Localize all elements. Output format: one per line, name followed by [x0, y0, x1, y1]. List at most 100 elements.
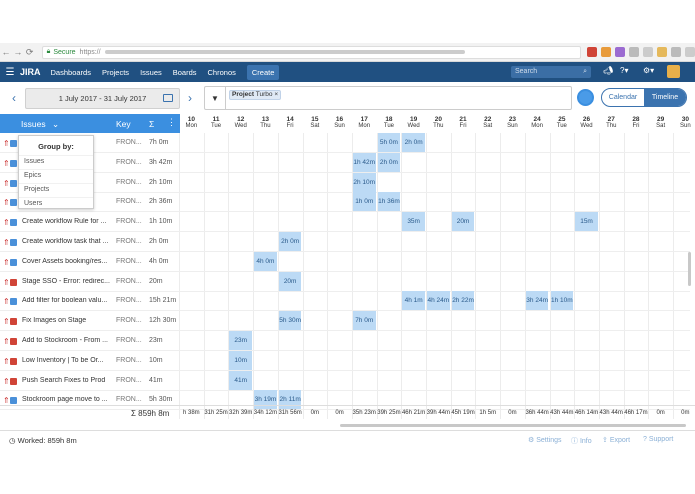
issue-summary[interactable]: Create workflow Rule for ... — [22, 218, 110, 225]
forward-icon[interactable]: → — [12, 47, 24, 57]
app-switcher-icon[interactable]: ☰ — [0, 67, 20, 78]
next-period-icon[interactable]: › — [188, 91, 192, 105]
worklog-cell[interactable]: 23m — [229, 331, 253, 350]
table-row[interactable]: ⇑ Fix Images on Stage FRON... 12h 30m 5h 30m… — [0, 311, 690, 332]
table-row[interactable]: ⇑ Add filter for boolean valu... FRON... 15… — [0, 291, 690, 312]
help-icon[interactable]: ?▾ — [620, 66, 628, 75]
issue-key[interactable]: FRON... — [116, 317, 142, 324]
table-row[interactable]: ⇑ FRON... 2h 10m 2h 10m — [0, 172, 690, 193]
info-link[interactable]: ⓘ Info — [571, 436, 592, 446]
worklog-cell[interactable]: 2h 0m — [377, 152, 401, 172]
issue-summary[interactable]: Stage SSO - Error: redirec... — [22, 278, 110, 285]
worklog-cell[interactable]: 1h 42m — [352, 152, 376, 172]
worklog-cell[interactable]: 3h 24m — [525, 291, 549, 311]
sum-column-header[interactable]: Σ — [149, 119, 154, 129]
nav-issues[interactable]: Issues — [140, 68, 162, 77]
group-by-option[interactable]: Projects — [19, 183, 93, 197]
extension-icon[interactable] — [685, 47, 695, 57]
issue-summary[interactable]: Create workflow task that ... — [22, 238, 110, 245]
nav-chronos[interactable]: Chronos — [208, 68, 236, 77]
worklog-cell[interactable]: 4h 24m — [427, 291, 450, 311]
table-row[interactable]: ⇑ Create workflow task that ... FRON... 2h … — [0, 232, 690, 252]
timeline-view-button[interactable]: Timeline — [644, 89, 686, 106]
worklog-cell[interactable]: 20m — [451, 212, 475, 232]
gear-icon[interactable]: ⚙▾ — [643, 66, 654, 75]
address-bar[interactable]: 🔒︎ Secure https:// — [41, 45, 581, 59]
jira-logo[interactable]: JIRA — [20, 67, 41, 77]
table-row[interactable]: ⇑ Add to Stockroom - From ... FRON... 23m 23… — [0, 331, 690, 351]
chevron-down-icon[interactable]: ⌄ — [52, 119, 59, 130]
issue-key[interactable]: FRON... — [116, 159, 142, 166]
issue-key[interactable]: FRON... — [116, 179, 142, 186]
group-by-option[interactable]: Issues — [19, 155, 93, 169]
table-row[interactable]: ⇑ Push Search Fixes to Prod FRON... 41m 41m — [0, 370, 690, 391]
worklog-cell[interactable]: 1h 0m — [352, 192, 376, 212]
issue-summary[interactable]: Fix Images on Stage — [22, 317, 110, 324]
worklog-cell[interactable]: 10m — [229, 350, 253, 370]
extension-icon[interactable] — [601, 47, 611, 57]
worklog-cell[interactable]: 20m — [278, 271, 302, 291]
worklog-cell[interactable]: 2h 0m — [278, 232, 302, 251]
settings-link[interactable]: ⚙ Settings — [528, 436, 562, 444]
notifications-icon[interactable]: 📣︎ — [603, 66, 613, 75]
issue-key[interactable]: FRON... — [116, 396, 142, 403]
worklog-cell[interactable]: 41m — [229, 370, 253, 390]
issue-key[interactable]: FRON... — [116, 297, 142, 304]
issues-column-header[interactable]: Issues — [21, 119, 46, 129]
issue-key[interactable]: FRON... — [116, 377, 142, 384]
extension-icon[interactable] — [615, 47, 625, 57]
worklog-cell[interactable]: 4h 0m — [254, 251, 277, 271]
prev-period-icon[interactable]: ‹ — [12, 91, 16, 105]
table-row[interactable]: ⇑ Cover Assets booking/res... FRON... 4h 0m… — [0, 251, 690, 272]
worklog-cell[interactable]: 5h 30m — [278, 311, 302, 331]
avatar[interactable] — [667, 65, 680, 78]
issue-summary[interactable]: Add to Stockroom - From ... — [22, 337, 110, 344]
group-by-option[interactable]: Epics — [19, 169, 93, 183]
nav-boards[interactable]: Boards — [173, 68, 197, 77]
search-input[interactable]: Search ⌕ — [511, 66, 591, 78]
issue-summary[interactable]: Add filter for boolean valu... — [22, 297, 110, 304]
filter-box[interactable]: ▼ Project Turbo × — [204, 86, 572, 110]
issue-key[interactable]: FRON... — [116, 139, 142, 146]
issue-key[interactable]: FRON... — [116, 218, 142, 225]
support-link[interactable]: ? Support — [643, 436, 673, 443]
extension-icon[interactable] — [657, 47, 667, 57]
extension-icon[interactable] — [671, 47, 681, 57]
issue-key[interactable]: FRON... — [116, 238, 142, 245]
extension-icon[interactable] — [643, 47, 653, 57]
worklog-cell[interactable]: 35m — [402, 212, 425, 232]
worklog-cell[interactable]: 1h 36m — [377, 192, 401, 212]
back-icon[interactable]: ← — [0, 47, 12, 57]
table-row[interactable]: ⇑ce...FRON...3h 42m1h 42m2h 0m — [0, 152, 690, 173]
worklog-cell[interactable]: 1h 10m — [550, 291, 574, 311]
refresh-button[interactable] — [577, 89, 594, 106]
table-row[interactable]: ⇑ Stage SSO - Error: redirec... FRON... 20m… — [0, 271, 690, 292]
worklog-cell[interactable]: 2h 0m — [402, 133, 425, 152]
worklog-cell[interactable]: 5h 0m — [377, 133, 401, 152]
export-link[interactable]: ⇪ Export — [602, 436, 630, 444]
issue-summary[interactable]: Low Inventory | To be Or... — [22, 357, 110, 364]
filter-chip[interactable]: Project Turbo × — [229, 90, 282, 100]
close-icon[interactable]: × — [274, 91, 278, 98]
table-row[interactable]: ⇑ FRON... 2h 36m 1h 0m 1h 36m — [0, 192, 690, 213]
issue-summary[interactable]: Cover Assets booking/res... — [22, 258, 110, 265]
issue-key[interactable]: FRON... — [116, 258, 142, 265]
extension-icon[interactable] — [629, 47, 639, 57]
issue-summary[interactable]: Push Search Fixes to Prod — [22, 377, 110, 384]
extension-icon[interactable] — [587, 47, 597, 57]
worklog-cell[interactable]: 2h 10m — [352, 172, 376, 192]
nav-dashboards[interactable]: Dashboards — [51, 68, 91, 77]
worklog-cell[interactable]: 2h 22m — [451, 291, 475, 311]
issue-key[interactable]: FRON... — [116, 357, 142, 364]
issue-key[interactable]: FRON... — [116, 278, 142, 285]
group-by-option[interactable]: Users — [19, 197, 93, 211]
table-row[interactable]: ⇑ Create workflow Rule for ... FRON... 1h 1… — [0, 212, 690, 233]
create-button[interactable]: Create — [246, 64, 280, 80]
table-row[interactable]: ⇑ Low Inventory | To be Or... FRON... 10m 10… — [0, 350, 690, 371]
horizontal-scrollbar[interactable] — [340, 424, 686, 427]
issue-key[interactable]: FRON... — [116, 198, 142, 205]
calendar-view-button[interactable]: Calendar — [602, 89, 644, 106]
issue-key[interactable]: FRON... — [116, 337, 142, 344]
key-column-header[interactable]: Key — [116, 119, 131, 129]
worklog-cell[interactable]: 15m — [575, 212, 598, 232]
